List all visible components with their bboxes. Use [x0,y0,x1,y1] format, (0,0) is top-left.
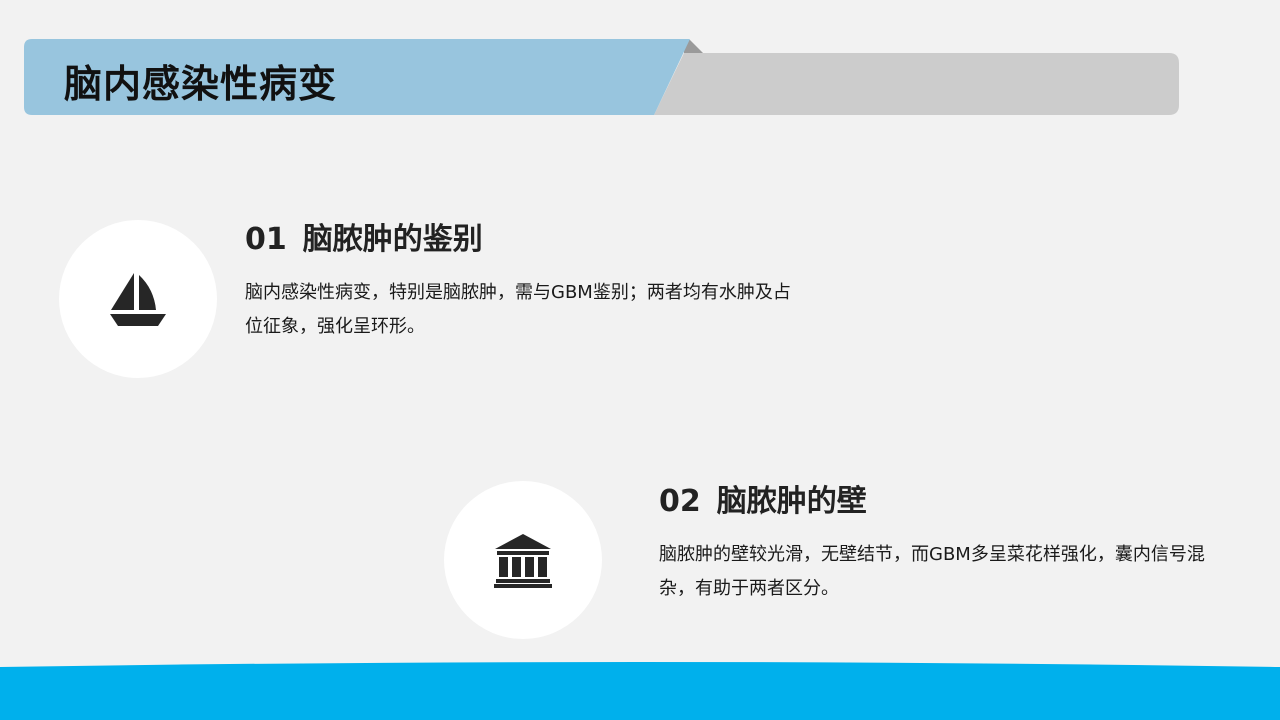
item-1-heading: 01 脑脓肿的鉴别 [245,220,805,260]
sailboat-icon [110,273,166,326]
item-2-title: 脑脓肿的壁 [716,484,867,519]
item-2: 02 脑脓肿的壁 脑脓肿的壁较光滑，无壁结节，而GBM多呈菜花样强化，囊内信号混杂… [659,482,1219,606]
item-1-icon-circle [59,220,217,378]
item-1-title: 脑脓肿的鉴别 [302,222,483,257]
item-1-number: 01 [245,222,287,257]
item-2-text: 脑脓肿的壁较光滑，无壁结节，而GBM多呈菜花样强化，囊内信号混杂，有助于两者区分… [659,544,1205,599]
item-2-number: 02 [659,484,701,519]
slide: 脑内感染性病变 01 脑脓肿的鉴别 脑内感染性病变，特别是脑脓肿，需与GBM鉴别；… [0,0,1280,720]
item-1-text: 脑内感染性病变，特别是脑脓肿，需与GBM鉴别；两者均有水肿及占位征象，强化呈环形… [245,282,791,337]
item-2-icon-circle [444,481,602,639]
page-title: 脑内感染性病变 [64,62,338,106]
bank-building-icon [494,534,552,588]
item-2-heading: 02 脑脓肿的壁 [659,482,1219,522]
title-bar-gray-band [654,53,1179,115]
item-1: 01 脑脓肿的鉴别 脑内感染性病变，特别是脑脓肿，需与GBM鉴别；两者均有水肿及占… [245,220,805,344]
bottom-wave [0,662,1280,720]
